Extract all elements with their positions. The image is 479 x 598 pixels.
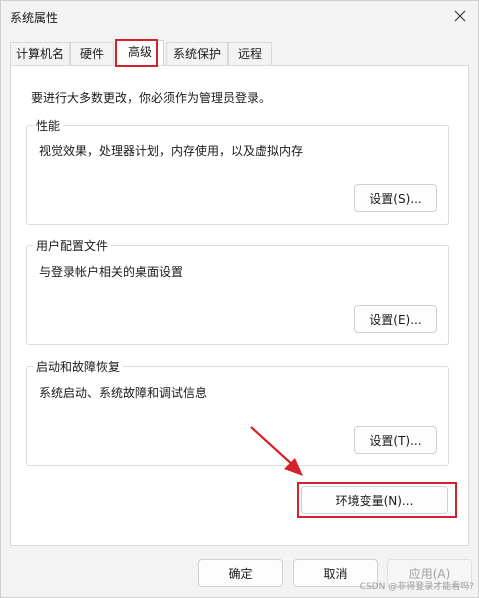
performance-settings-button[interactable]: 设置(S)...: [354, 184, 437, 212]
tab-hardware[interactable]: 硬件: [70, 42, 114, 65]
startup-recovery-settings-button[interactable]: 设置(T)...: [354, 426, 437, 454]
ok-button[interactable]: 确定: [198, 559, 283, 587]
user-profiles-title: 用户配置文件: [33, 237, 112, 254]
startup-recovery-title: 启动和故障恢复: [33, 358, 124, 375]
performance-group: 性能 视觉效果，处理器计划，内存使用，以及虚拟内存 设置(S)...: [26, 117, 449, 225]
user-profiles-group: 用户配置文件 与登录帐户相关的桌面设置 设置(E)...: [26, 237, 449, 345]
title-bar: 系统属性: [1, 1, 478, 33]
tab-computer-name[interactable]: 计算机名: [10, 42, 70, 65]
close-icon: [454, 10, 466, 22]
tab-strip: 计算机名 硬件 高级 系统保护 远程: [10, 40, 470, 66]
window-title: 系统属性: [10, 11, 59, 25]
watermark: CSDN @非得登录才能看吗?: [359, 582, 474, 592]
user-profiles-description: 与登录帐户相关的桌面设置: [39, 265, 184, 279]
advanced-panel: 要进行大多数更改，你必须作为管理员登录。 性能 视觉效果，处理器计划，内存使用，…: [10, 65, 469, 546]
tab-remote[interactable]: 远程: [228, 42, 272, 65]
system-properties-window: 系统属性 计算机名 硬件 高级 系统保护 远程 要进行大多数更改，你必须作为管理…: [0, 0, 479, 598]
environment-variables-button[interactable]: 环境变量(N)...: [301, 486, 448, 514]
performance-description: 视觉效果，处理器计划，内存使用，以及虚拟内存: [39, 144, 304, 158]
admin-notice: 要进行大多数更改，你必须作为管理员登录。: [31, 91, 272, 105]
close-button[interactable]: [448, 5, 472, 27]
performance-title: 性能: [33, 117, 64, 134]
tab-advanced[interactable]: 高级: [116, 40, 164, 65]
startup-recovery-group: 启动和故障恢复 系统启动、系统故障和调试信息 设置(T)...: [26, 358, 449, 466]
startup-recovery-description: 系统启动、系统故障和调试信息: [39, 386, 208, 400]
user-profiles-settings-button[interactable]: 设置(E)...: [354, 305, 437, 333]
tab-system-protection[interactable]: 系统保护: [166, 42, 228, 65]
